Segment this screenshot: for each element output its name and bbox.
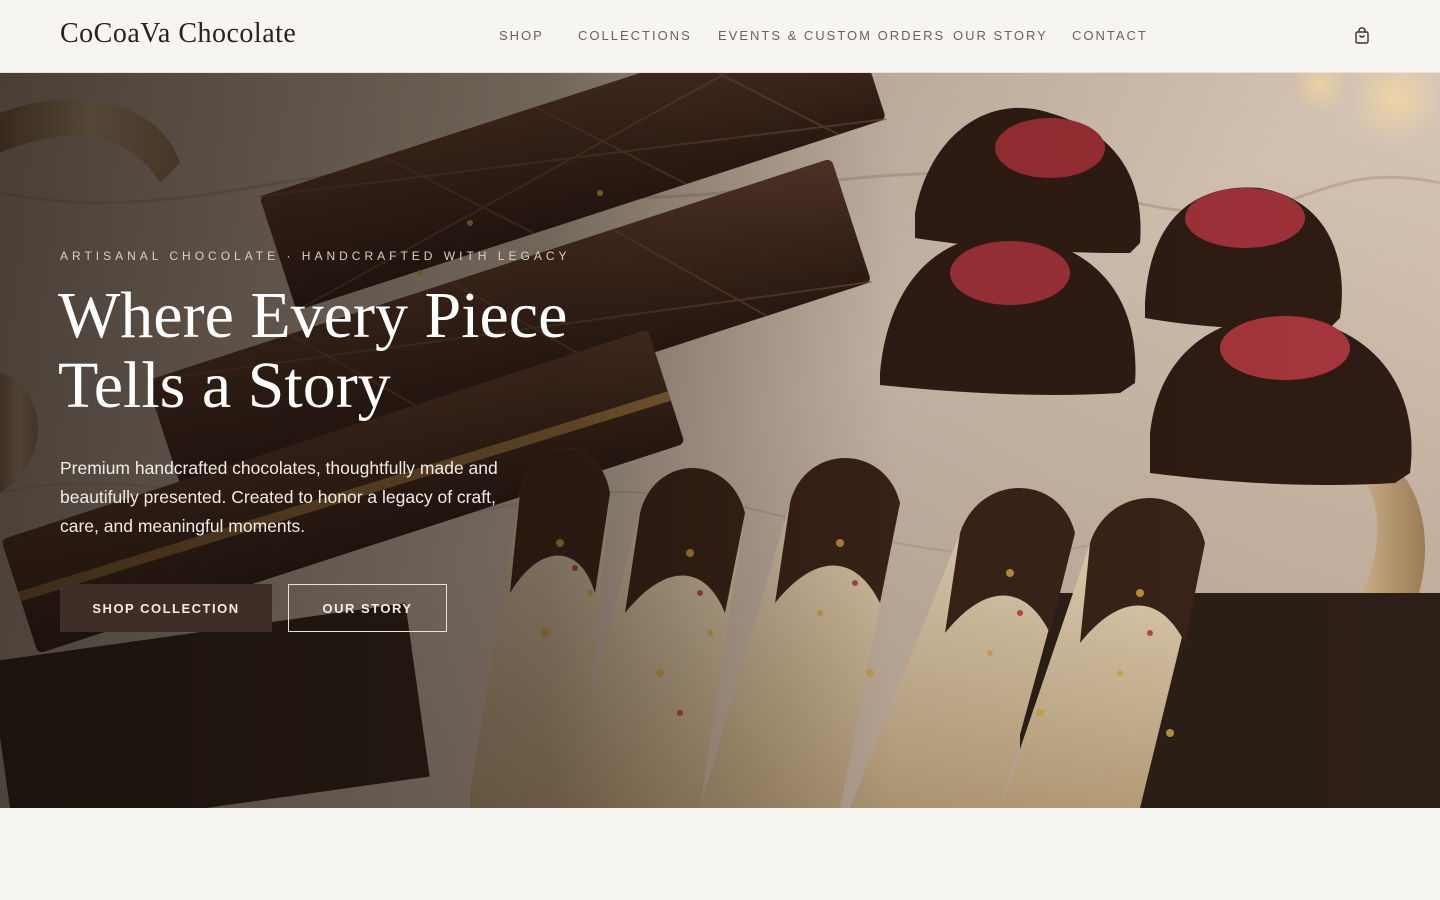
hero-section: ARTISANAL CHOCOLATE · HANDCRAFTED WITH L…	[0, 73, 1440, 808]
shopping-bag-icon[interactable]	[1353, 27, 1371, 45]
hero-headline: Where Every Piece Tells a Story	[58, 279, 568, 422]
nav-events-custom-orders[interactable]: EVENTS & CUSTOM ORDERS	[718, 28, 945, 43]
nav-collections[interactable]: COLLECTIONS	[578, 28, 692, 43]
brand-logo[interactable]: CoCoaVa Chocolate	[60, 18, 296, 50]
hero-overlay	[0, 73, 1440, 808]
hero-eyebrow: ARTISANAL CHOCOLATE · HANDCRAFTED WITH L…	[60, 249, 571, 263]
nav-shop[interactable]: SHOP	[499, 28, 544, 43]
site-header: CoCoaVa Chocolate SHOP COLLECTIONS EVENT…	[0, 0, 1440, 73]
hero-description: Premium handcrafted chocolates, thoughtf…	[60, 458, 498, 536]
our-story-button[interactable]: OUR STORY	[288, 584, 447, 632]
shop-collection-button[interactable]: SHOP COLLECTION	[60, 584, 272, 632]
nav-our-story[interactable]: OUR STORY	[953, 28, 1048, 43]
nav-contact[interactable]: CONTACT	[1072, 28, 1148, 43]
